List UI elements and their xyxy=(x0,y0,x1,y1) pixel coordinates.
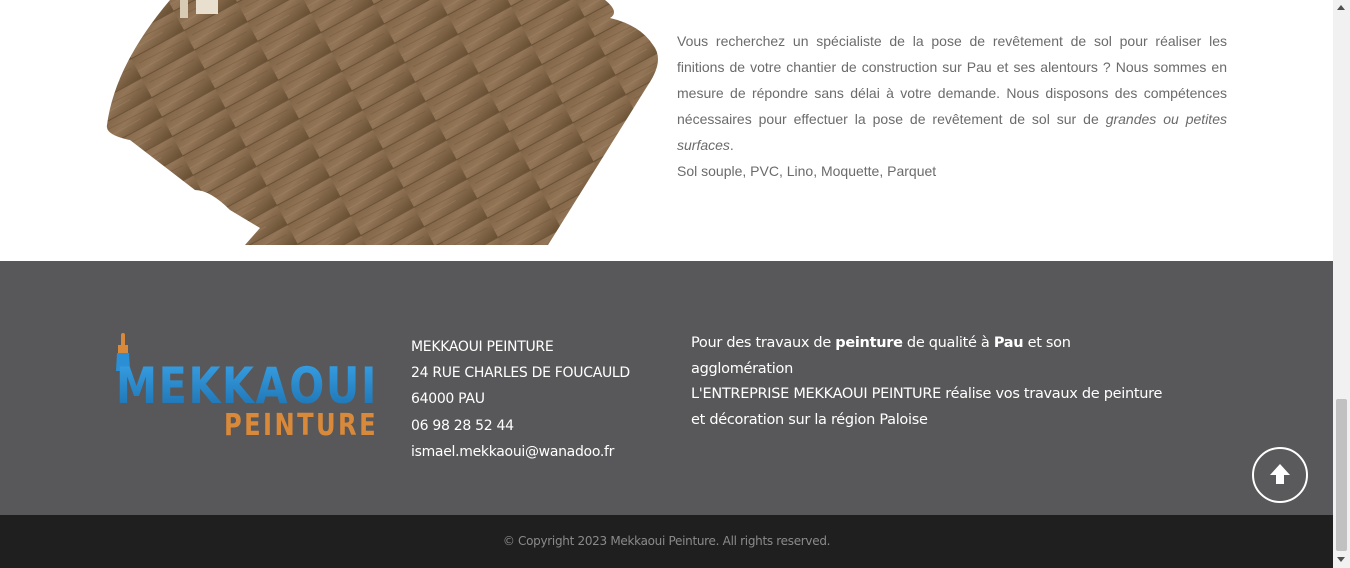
company-logo[interactable]: MEKKAOUI PEINTURE xyxy=(112,331,382,441)
scroll-down-arrow-icon[interactable] xyxy=(1337,557,1345,562)
arrow-up-icon xyxy=(1270,464,1290,484)
city: 64000 PAU xyxy=(411,391,485,408)
company-name: MEKKAOUI PEINTURE xyxy=(411,339,554,355)
description-paragraph: Vous recherchez un spécialiste de la pos… xyxy=(677,33,1227,153)
copyright-text: © Copyright 2023 Mekkaoui Peinture. All … xyxy=(502,534,831,548)
page: Vous recherchez un spécialiste de la pos… xyxy=(0,0,1333,568)
about-text: Pour des travaux de peinture de qualité … xyxy=(691,331,1171,433)
flooring-description: Vous recherchez un spécialiste de la pos… xyxy=(677,28,1227,184)
phone-number[interactable]: 06 98 28 52 44 xyxy=(411,413,630,439)
scroll-up-arrow-icon[interactable] xyxy=(1337,5,1345,10)
floor-types: Sol souple, PVC, Lino, Moquette, Parquet xyxy=(677,163,937,179)
scroll-to-top-button[interactable] xyxy=(1252,447,1308,503)
footer: MEKKAOUI PEINTURE MEKKAOUI PEINTURE 24 R… xyxy=(0,261,1333,515)
floor-image xyxy=(106,0,658,245)
page-scrollbar[interactable] xyxy=(1333,0,1350,568)
street-address: 24 RUE CHARLES DE FOUCAULD xyxy=(411,365,630,382)
email-link[interactable]: ismael.mekkaoui@wanadoo.fr xyxy=(411,439,630,465)
svg-text:MEKKAOUI: MEKKAOUI xyxy=(116,357,378,415)
about-headline: Pour des travaux de peinture de qualité … xyxy=(691,335,1071,377)
contact-address: MEKKAOUI PEINTURE 24 RUE CHARLES DE FOUC… xyxy=(411,334,630,465)
flooring-section: Vous recherchez un spécialiste de la pos… xyxy=(0,0,1333,261)
scrollbar-thumb[interactable] xyxy=(1336,399,1347,551)
svg-text:PEINTURE: PEINTURE xyxy=(224,408,378,441)
copyright-bar: © Copyright 2023 Mekkaoui Peinture. All … xyxy=(0,515,1333,568)
about-description: L'ENTREPRISE MEKKAOUI PEINTURE réalise v… xyxy=(691,386,1163,428)
